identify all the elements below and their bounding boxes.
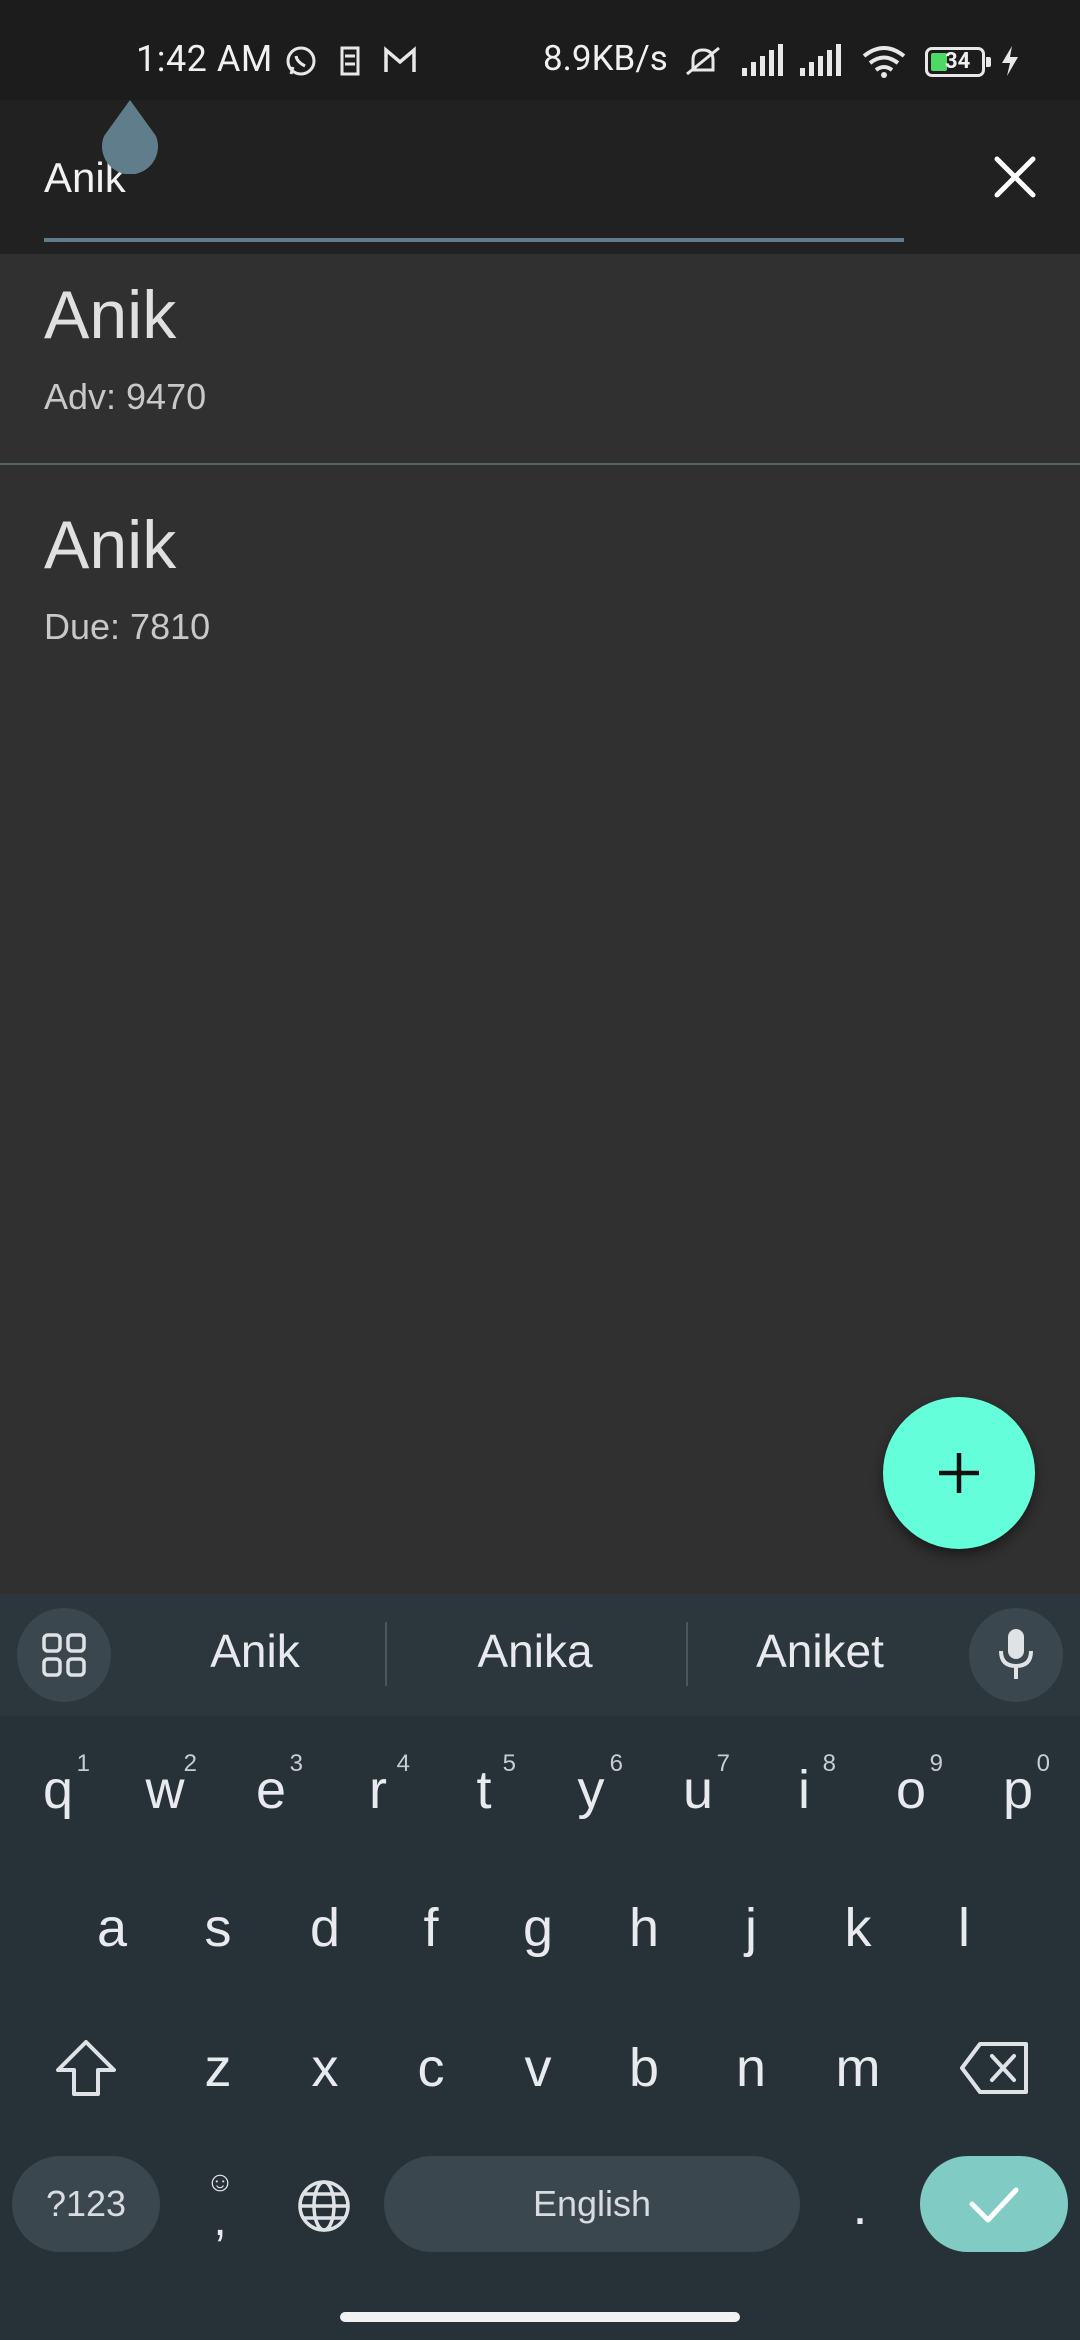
item-detail: Due: 7810 (44, 606, 211, 647)
key-j[interactable]: j (701, 1878, 801, 1978)
battery-indicator: 34 (925, 47, 991, 77)
key-o[interactable]: o9 (861, 1740, 961, 1840)
key-m[interactable]: m (808, 2018, 908, 2118)
key-t[interactable]: t5 (434, 1740, 534, 1840)
key-b[interactable]: b (594, 2018, 694, 2118)
key-v[interactable]: v (488, 2018, 588, 2118)
item-name: Anik (44, 277, 177, 353)
emoji-comma-key[interactable]: ☺ , (172, 2156, 268, 2256)
status-bar: 1:42 AM 8.9KB/s 34 (0, 0, 1080, 100)
suggestion-2[interactable]: Anika (420, 1624, 650, 1678)
status-time: 1:42 AM (136, 38, 273, 80)
grid-icon (42, 1633, 86, 1677)
key-r[interactable]: r4 (328, 1740, 428, 1840)
wifi-icon (860, 44, 908, 78)
key-e[interactable]: e3 (221, 1740, 321, 1840)
key-n[interactable]: n (701, 2018, 801, 2118)
search-input[interactable] (44, 148, 904, 208)
text-cursor-handle[interactable] (100, 100, 160, 175)
voice-input-button[interactable] (969, 1608, 1063, 1702)
key-h[interactable]: h (594, 1878, 694, 1978)
whatsapp-icon (284, 44, 316, 76)
key-d[interactable]: d (275, 1878, 375, 1978)
gmail-icon (382, 44, 416, 76)
key-s[interactable]: s (168, 1878, 268, 1978)
key-w[interactable]: w2 (115, 1740, 215, 1840)
done-key[interactable] (920, 2156, 1068, 2252)
suggestion-1[interactable]: Anik (150, 1624, 360, 1678)
results-list: Anik Adv: 9470 Anik Due: 7810 (0, 254, 1080, 674)
key-f[interactable]: f (381, 1878, 481, 1978)
checkmark-icon (969, 2187, 1019, 2223)
close-search-button[interactable] (990, 152, 1040, 202)
home-indicator[interactable] (340, 2312, 740, 2322)
network-speed: 8.9KB/s (543, 38, 668, 79)
charging-icon (998, 44, 1022, 76)
suggestion-divider (686, 1622, 688, 1686)
suggestion-strip: Anik Anika Aniket (0, 1594, 1080, 1716)
add-button[interactable] (883, 1397, 1035, 1549)
space-key[interactable]: English (384, 2156, 800, 2252)
signal-icon (740, 44, 788, 76)
key-y[interactable]: y6 (541, 1740, 641, 1840)
signal-icon-2 (798, 44, 846, 76)
key-l[interactable]: l (914, 1878, 1014, 1978)
key-i[interactable]: i8 (754, 1740, 854, 1840)
apps-grid-button[interactable] (17, 1608, 111, 1702)
key-a[interactable]: a (62, 1878, 162, 1978)
symbols-key[interactable]: ?123 (12, 2156, 160, 2252)
shift-icon (56, 2040, 116, 2096)
backspace-icon (960, 2042, 1028, 2094)
close-icon (994, 156, 1036, 198)
search-underline (44, 238, 904, 242)
plus-icon (939, 1453, 979, 1493)
key-g[interactable]: g (488, 1878, 588, 1978)
backspace-key[interactable] (940, 2018, 1050, 2118)
shift-key[interactable] (36, 2018, 136, 2118)
search-bar (0, 100, 1080, 254)
key-p[interactable]: p0 (968, 1740, 1068, 1840)
suggestion-3[interactable]: Aniket (710, 1624, 930, 1678)
mic-icon (999, 1629, 1033, 1679)
suggestion-divider (385, 1622, 387, 1686)
battery-percent: 34 (945, 49, 971, 74)
item-name: Anik (44, 507, 177, 583)
list-item[interactable]: Anik Adv: 9470 (0, 254, 1080, 465)
key-z[interactable]: z (168, 2018, 268, 2118)
globe-icon (298, 2180, 350, 2232)
key-x[interactable]: x (275, 2018, 375, 2118)
key-q[interactable]: q1 (8, 1740, 108, 1840)
key-c[interactable]: c (381, 2018, 481, 2118)
app-icon (334, 44, 366, 76)
item-detail: Adv: 9470 (44, 376, 207, 417)
list-item[interactable]: Anik Due: 7810 (0, 464, 1080, 674)
language-key[interactable] (276, 2156, 372, 2256)
mute-icon (683, 44, 723, 76)
period-key[interactable]: . (810, 2156, 910, 2256)
key-u[interactable]: u7 (648, 1740, 748, 1840)
key-k[interactable]: k (808, 1878, 908, 1978)
